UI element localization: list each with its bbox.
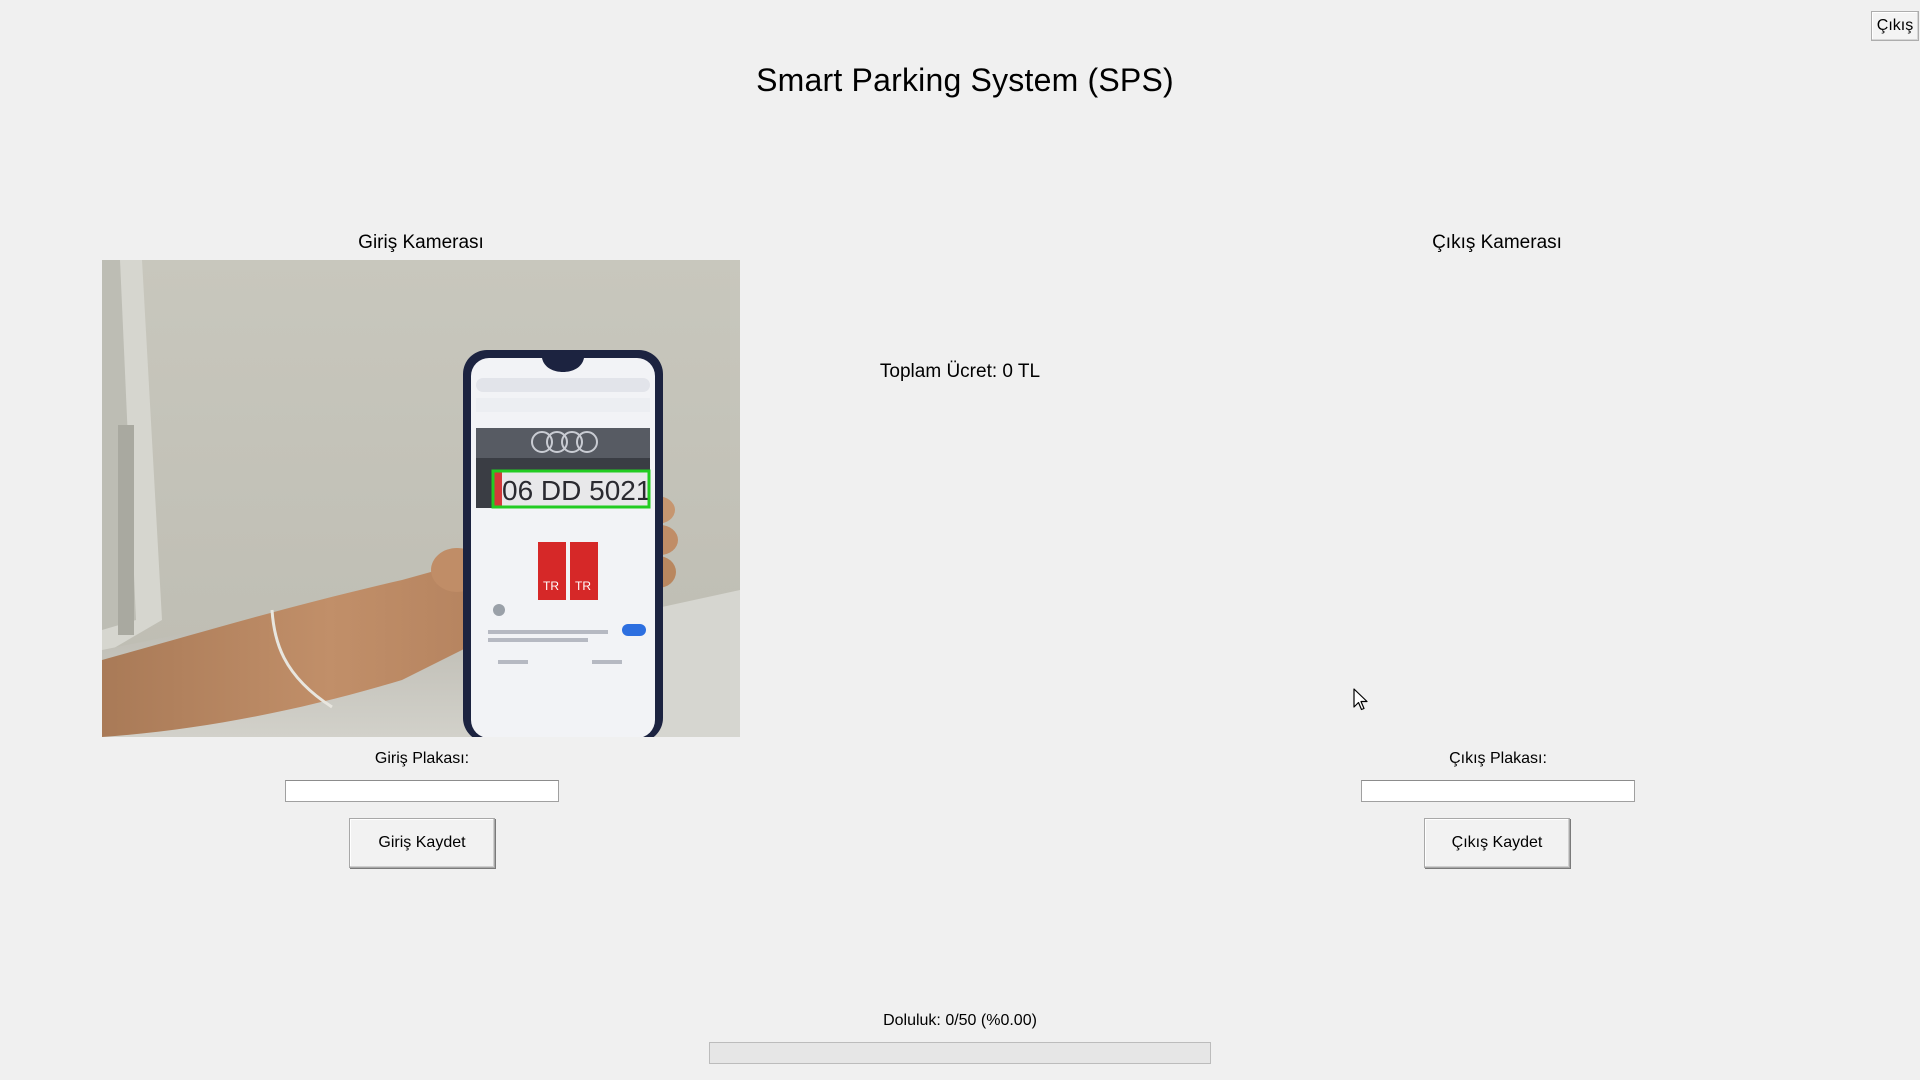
page-title: Smart Parking System (SPS) [756, 62, 1174, 98]
app-window: Çıkış Smart Parking System (SPS) Giriş K… [0, 0, 1920, 1080]
exit-camera-label: Çıkış Kamerası [1432, 232, 1562, 253]
detected-plate-text: 06 DD 5021 [502, 475, 651, 506]
entry-camera-label: Giriş Kamerası [358, 232, 484, 253]
entry-plate-input[interactable] [285, 780, 559, 802]
occupancy-progress-bar [709, 1042, 1211, 1064]
svg-text:TR: TR [575, 579, 591, 593]
entry-plate-label: Giriş Plakası: [374, 750, 470, 767]
exit-plate-label: Çıkış Plakası: [1449, 750, 1547, 767]
svg-text:TR: TR [543, 579, 559, 593]
entry-camera-feed: 06 DD 5021 TR TR [102, 260, 740, 737]
occupancy-label: Doluluk: 0/50 (%0.00) [883, 1012, 1037, 1029]
exit-save-button[interactable]: Çıkış Kaydet [1424, 818, 1570, 868]
mouse-cursor-icon [1353, 688, 1368, 711]
exit-camera-feed [1178, 260, 1816, 737]
exit-plate-input[interactable] [1361, 780, 1635, 802]
total-fee-label: Toplam Ücret: 0 TL [879, 361, 1041, 382]
camera-frame-image: 06 DD 5021 TR TR [102, 260, 740, 737]
exit-app-button[interactable]: Çıkış [1871, 11, 1919, 41]
entry-save-button[interactable]: Giriş Kaydet [349, 818, 495, 868]
